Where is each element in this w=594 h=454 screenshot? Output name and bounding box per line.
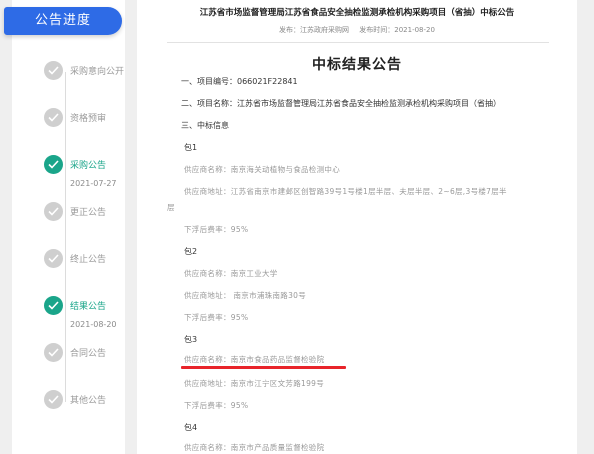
supplier-name: 供应商名称：南京市食品药品监督检验院 bbox=[184, 355, 325, 364]
check-icon bbox=[44, 390, 63, 409]
step-label: 合同公告 bbox=[70, 349, 107, 359]
check-icon bbox=[44, 155, 63, 174]
step-label: 其他公告 bbox=[70, 396, 107, 406]
package-name: 包4 bbox=[184, 423, 198, 432]
highlight-underline bbox=[181, 366, 346, 369]
doc-publish-time: 发布时间：2021-08-20 bbox=[359, 26, 435, 34]
step-label: 采购意向公开 bbox=[70, 67, 125, 77]
check-icon bbox=[44, 61, 63, 80]
divider bbox=[167, 42, 549, 43]
doc-title: 江苏省市场监督管理局江苏省食品安全抽检监测承检机构采购项目（省抽）中标公告 bbox=[199, 8, 515, 18]
step-date: 2021-07-27 bbox=[70, 179, 117, 188]
supplier-address: 供应商地址：江苏省南京市建邺区创智路39号1号楼1层半层、夫层半层、2~6层,3… bbox=[184, 187, 507, 196]
supplier-name: 供应商名称：南京市产品质量监督检验院 bbox=[184, 443, 325, 452]
supplier-address-wrap: 层 bbox=[167, 203, 175, 212]
package-name: 包3 bbox=[184, 335, 198, 344]
doc-source: 发布：江苏政府采购网 bbox=[279, 26, 350, 34]
check-icon bbox=[44, 296, 63, 315]
sidebar-title: 公告进度 bbox=[4, 7, 122, 35]
step-label: 资格预审 bbox=[70, 114, 107, 124]
step-label: 更正公告 bbox=[70, 208, 107, 218]
supplier-name: 供应商名称：南京海关动植物与食品检测中心 bbox=[184, 165, 340, 174]
step-label: 终止公告 bbox=[70, 255, 107, 265]
supplier-name: 供应商名称：南京工业大学 bbox=[184, 269, 278, 278]
award-info-heading: 三、中标信息 bbox=[181, 121, 229, 130]
supplier-address: 供应商地址： 南京市浦珠南路30号 bbox=[184, 291, 307, 300]
supplier-address: 供应商地址：南京市江宁区文芳路199号 bbox=[184, 379, 325, 388]
package-name: 包1 bbox=[184, 143, 198, 152]
rate: 下浮后费率：95% bbox=[184, 401, 249, 410]
check-icon bbox=[44, 202, 63, 221]
rate: 下浮后费率：95% bbox=[184, 225, 249, 234]
step-label: 采购公告 bbox=[70, 161, 107, 171]
package-name: 包2 bbox=[184, 247, 198, 256]
rate: 下浮后费率：95% bbox=[184, 313, 249, 322]
page-margin bbox=[577, 0, 594, 454]
doc-meta: 发布：江苏政府采购网 发布时间：2021-08-20 bbox=[137, 25, 577, 35]
check-icon bbox=[44, 343, 63, 362]
project-name: 二、项目名称：江苏省市场监督管理局江苏省食品安全抽检监测承检机构采购项目（省抽） bbox=[181, 99, 501, 108]
check-icon bbox=[44, 108, 63, 127]
project-number: 一、项目编号：066021F22841 bbox=[181, 77, 298, 86]
page-heading: 中标结果公告 bbox=[312, 57, 402, 73]
step-date: 2021-08-20 bbox=[70, 320, 117, 329]
check-icon bbox=[44, 249, 63, 268]
step-label: 结果公告 bbox=[70, 302, 107, 312]
notice-content: 江苏省市场监督管理局江苏省食品安全抽检监测承检机构采购项目（省抽）中标公告 发布… bbox=[137, 0, 577, 454]
